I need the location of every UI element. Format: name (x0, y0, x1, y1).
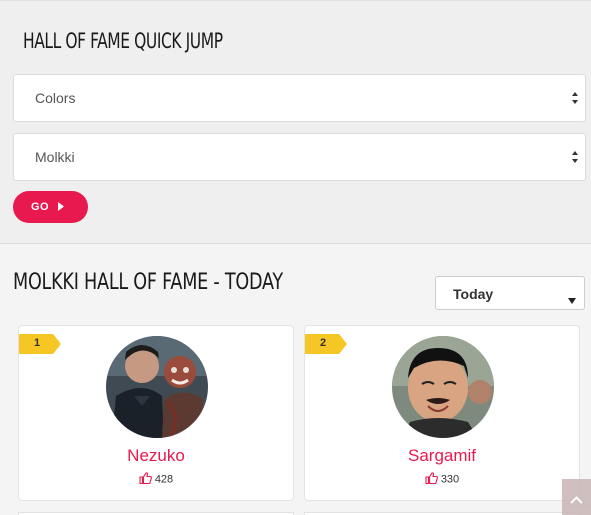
play-arrow-icon (58, 202, 64, 214)
hall-of-fame-title: MOLKKI HALL OF FAME - TODAY (13, 270, 283, 295)
chevron-up-icon (570, 491, 583, 509)
thumbs-up-icon[interactable] (425, 472, 438, 487)
caret-down-icon (568, 291, 576, 309)
rank-badge: 2 (305, 334, 347, 354)
likes-count: 330 (305, 472, 579, 487)
scroll-to-top-button[interactable] (562, 479, 591, 515)
avatar[interactable] (106, 336, 208, 438)
hall-of-fame-card[interactable]: 2 Sargamif 330 (304, 325, 580, 501)
game-select[interactable]: Molkki (13, 133, 586, 181)
likes-count: 428 (19, 472, 293, 487)
period-select-value: Today (453, 286, 494, 302)
card-username[interactable]: Nezuko (19, 446, 293, 466)
go-button-label: GO (31, 201, 50, 213)
quick-jump-title: HALL OF FAME QUICK JUMP (23, 29, 223, 53)
period-select[interactable]: Today (435, 276, 585, 310)
rank-number: 2 (320, 337, 327, 349)
game-select-value: Molkki (35, 149, 75, 165)
select-arrows-icon (571, 149, 579, 165)
hall-of-fame-section: MOLKKI HALL OF FAME - TODAY Today 1 Nezu… (0, 243, 591, 515)
category-select-value: Colors (35, 90, 76, 106)
category-select[interactable]: Colors (13, 74, 586, 122)
go-button[interactable]: GO (13, 191, 88, 223)
rank-badge: 1 (19, 334, 61, 354)
likes-number: 428 (154, 473, 174, 486)
rank-number: 1 (34, 337, 41, 349)
quick-jump-panel: HALL OF FAME QUICK JUMP Colors Molkki GO (0, 0, 591, 243)
select-arrows-icon (571, 90, 579, 106)
hall-of-fame-card[interactable]: 1 Nezuko 428 (18, 325, 294, 501)
likes-number: 330 (440, 473, 460, 486)
thumbs-up-icon[interactable] (139, 472, 152, 487)
avatar[interactable] (392, 336, 494, 438)
card-username[interactable]: Sargamif (305, 446, 579, 466)
